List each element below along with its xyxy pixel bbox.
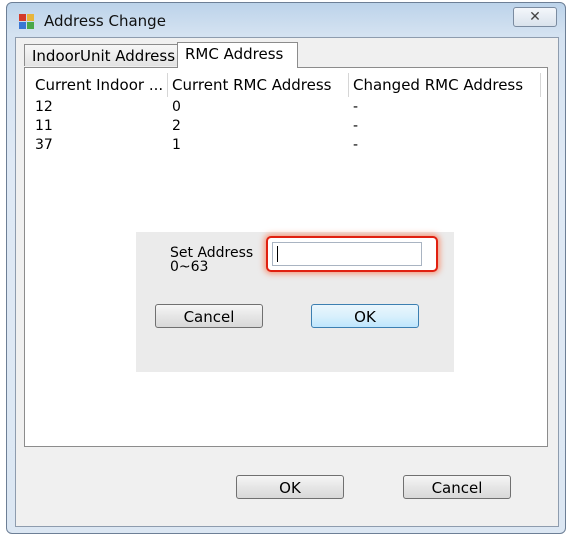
cell-current-indoor: 37 (35, 137, 53, 153)
window-title: Address Change (44, 12, 166, 30)
address-input-highlight (266, 236, 438, 272)
cell-current-indoor: 11 (35, 118, 53, 134)
tab-label: RMC Address (185, 45, 284, 63)
title-bar[interactable]: Address Change ✕ (7, 3, 565, 37)
tab-rmc-address[interactable]: RMC Address (177, 42, 298, 68)
dialog-client-area: IndoorUnit Address RMC Address Current I… (15, 37, 559, 527)
ok-button[interactable]: OK (236, 475, 344, 499)
cell-changed-rmc: - (353, 137, 359, 153)
set-address-label-line1: Set Address (170, 245, 254, 261)
app-window-icon (19, 14, 35, 30)
rmc-address-tab-page: Current Indoor ... Current RMC Address C… (24, 67, 548, 447)
set-address-range-label: 0~63 (170, 259, 209, 275)
list-header: Current Indoor ... Current RMC Address C… (31, 73, 541, 97)
cell-changed-rmc: - (353, 99, 359, 115)
table-row[interactable]: 12 0 - (31, 98, 541, 117)
popup-ok-button[interactable]: OK (311, 304, 419, 328)
cell-current-rmc: 0 (172, 99, 181, 115)
close-icon: ✕ (529, 9, 541, 25)
tab-indoorunit-address[interactable]: IndoorUnit Address (24, 44, 178, 66)
close-button[interactable]: ✕ (513, 7, 557, 27)
column-header-current-indoor[interactable]: Current Indoor ... (31, 73, 168, 97)
column-header-current-rmc-address[interactable]: Current RMC Address (168, 73, 349, 97)
cell-current-indoor: 12 (35, 99, 53, 115)
cell-current-rmc: 2 (172, 118, 181, 134)
text-caret (277, 246, 278, 262)
popup-cancel-button[interactable]: Cancel (155, 304, 263, 328)
address-change-window: Address Change ✕ IndoorUnit Address RMC … (6, 2, 566, 534)
set-address-input[interactable] (272, 242, 422, 266)
cell-current-rmc: 1 (172, 137, 181, 153)
table-row[interactable]: 11 2 - (31, 117, 541, 136)
address-list: 12 0 - 11 2 - 37 1 - (31, 98, 541, 155)
set-address-popup: Set Address 0~63 Cancel OK (136, 232, 454, 372)
cell-changed-rmc: - (353, 118, 359, 134)
table-row[interactable]: 37 1 - (31, 136, 541, 155)
column-header-changed-rmc-address[interactable]: Changed RMC Address (349, 73, 541, 97)
cancel-button[interactable]: Cancel (403, 475, 511, 499)
tab-label: IndoorUnit Address (32, 47, 176, 65)
set-address-label: Set Address 0~63 (170, 246, 253, 274)
